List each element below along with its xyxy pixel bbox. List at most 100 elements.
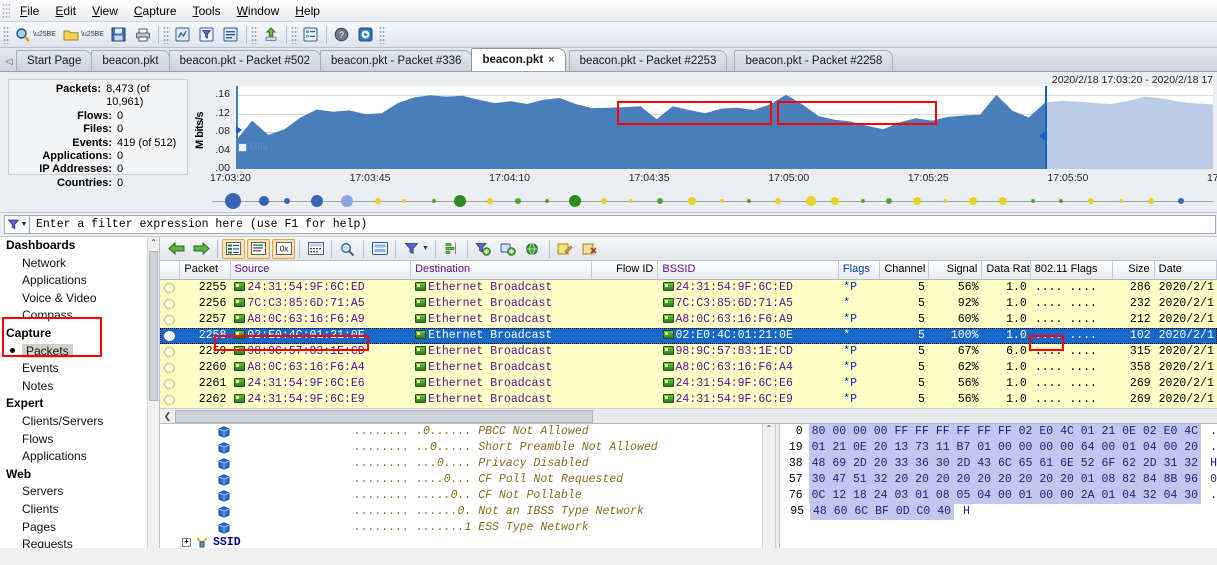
- table-row[interactable]: 2257A8:0C:63:16:F6:A9Ethernet BroadcastA…: [160, 312, 1217, 328]
- next-packet-icon[interactable]: [190, 239, 213, 259]
- event-marker-dot[interactable]: [1088, 198, 1094, 204]
- scroll-up-icon[interactable]: ⌃: [763, 424, 775, 433]
- tab-packet-336[interactable]: beacon.pkt - Packet #336: [320, 50, 472, 71]
- column-header-802-11-flags[interactable]: 802.11 Flags: [1031, 261, 1114, 279]
- column-header-signal[interactable]: Signal: [929, 261, 983, 279]
- find-icon[interactable]: [336, 239, 359, 259]
- menu-view[interactable]: View: [84, 2, 126, 20]
- decode-line[interactable]: ........ ......0. Not an IBSS Type Netwo…: [160, 504, 775, 520]
- sidebar-item-events[interactable]: Events: [0, 360, 159, 378]
- table-row[interactable]: 225998:9C:57:83:1E:CDEthernet Broadcast9…: [160, 344, 1217, 360]
- event-timeline[interactable]: [188, 190, 1217, 212]
- row-marker[interactable]: [160, 360, 180, 376]
- chart-range-handle[interactable]: [1039, 131, 1046, 141]
- new-capture-dropdown-icon[interactable]: \u25BE: [33, 31, 56, 38]
- row-marker[interactable]: [160, 280, 180, 296]
- decode-line[interactable]: ........ ..0..... Short Preamble Not All…: [160, 440, 775, 456]
- sidebar-item-servers[interactable]: Servers: [0, 483, 159, 501]
- row-marker[interactable]: [160, 392, 180, 408]
- row-marker[interactable]: [160, 312, 180, 328]
- event-marker-dot[interactable]: [999, 197, 1007, 205]
- column-header-flags[interactable]: Flags: [839, 261, 880, 279]
- event-marker-dot[interactable]: [432, 199, 436, 203]
- hex-view-icon[interactable]: 0x: [272, 239, 295, 259]
- split-pane-icon[interactable]: [368, 239, 391, 259]
- scroll-up-icon[interactable]: ⌃: [148, 237, 159, 247]
- expand-toggle-icon[interactable]: +: [182, 538, 191, 547]
- decode-line[interactable]: ........ .....0.. CF Not Pollable: [160, 488, 775, 504]
- web-help-icon[interactable]: [355, 24, 377, 46]
- row-marker[interactable]: [160, 296, 180, 312]
- event-marker-dot[interactable]: [831, 197, 839, 205]
- decode-pane-scrollbar[interactable]: ⌃: [762, 424, 775, 548]
- filter-icon[interactable]: ▼: [4, 215, 30, 234]
- tab-beacon-pkt-active[interactable]: beacon.pkt ×: [471, 48, 565, 71]
- chart-plot-area[interactable]: MIN: [236, 86, 1213, 169]
- prev-packet-icon[interactable]: [165, 239, 188, 259]
- row-marker[interactable]: [160, 328, 180, 344]
- column-header-size[interactable]: Size: [1113, 261, 1154, 279]
- table-row[interactable]: 2260A8:0C:63:16:F6:A4Ethernet BroadcastA…: [160, 360, 1217, 376]
- event-marker-dot[interactable]: [1031, 199, 1035, 203]
- hex-row[interactable]: 9548 60 6C BF 0D C0 40H: [780, 504, 1217, 520]
- close-icon[interactable]: ×: [548, 54, 554, 66]
- column-header-packet[interactable]: Packet: [180, 261, 230, 279]
- hex-pane[interactable]: 080 00 00 00 FF FF FF FF FF FF 02 E0 4C …: [780, 424, 1217, 548]
- column-header-data-rate[interactable]: Data Rate: [982, 261, 1030, 279]
- column-header-flow-id[interactable]: Flow ID: [592, 261, 659, 279]
- filter-icon[interactable]: [196, 24, 218, 46]
- sidebar-item-requests[interactable]: Requests: [0, 536, 159, 548]
- menu-window[interactable]: Window: [229, 2, 288, 20]
- event-marker-dot[interactable]: [569, 195, 581, 207]
- hscroll-thumb[interactable]: [175, 410, 593, 423]
- chart-min-marker[interactable]: MIN: [238, 142, 267, 153]
- event-marker-dot[interactable]: [1178, 198, 1184, 204]
- hex-row[interactable]: 1901 21 0E 20 13 73 11 B7 01 00 00 00 00…: [780, 440, 1217, 456]
- event-marker-dot[interactable]: [969, 197, 977, 205]
- sidebar-item-clients-servers[interactable]: Clients/Servers: [0, 413, 159, 431]
- toolbar-grip-5[interactable]: [379, 26, 386, 44]
- menu-tools[interactable]: Tools: [185, 2, 229, 20]
- chart-selection-marker[interactable]: [1045, 86, 1047, 169]
- event-marker-dot[interactable]: [657, 198, 663, 204]
- open-folder-dropdown-icon[interactable]: \u25BE: [81, 31, 104, 38]
- decode-line[interactable]: ........ .0...... PBCC Not Allowed: [160, 424, 775, 440]
- event-marker-dot[interactable]: [861, 199, 865, 203]
- table-row[interactable]: 226224:31:54:9F:6C:E9Ethernet Broadcast2…: [160, 392, 1217, 408]
- event-marker-dot[interactable]: [806, 196, 816, 206]
- event-marker-dot[interactable]: [601, 198, 607, 204]
- event-marker-dot[interactable]: [747, 199, 751, 203]
- menu-help[interactable]: Help: [287, 2, 328, 20]
- capture-options-icon[interactable]: [172, 24, 194, 46]
- hex-row[interactable]: 080 00 00 00 FF FF FF FF FF FF 02 E0 4C …: [780, 424, 1217, 440]
- packet-table-hscrollbar[interactable]: ❮: [160, 408, 1217, 423]
- event-marker-dot[interactable]: [629, 199, 633, 203]
- decode-pane[interactable]: ........ .0...... PBCC Not Allowed......…: [160, 424, 775, 548]
- sidebar-item-flows[interactable]: Flows: [0, 431, 159, 449]
- hex-row[interactable]: 3848 69 2D 20 33 36 30 2D 43 6C 65 61 6E…: [780, 456, 1217, 472]
- event-marker-dot[interactable]: [341, 195, 353, 207]
- column-settings-icon[interactable]: [440, 239, 463, 259]
- row-marker[interactable]: [160, 376, 180, 392]
- event-marker-dot[interactable]: [487, 198, 493, 204]
- edit-note-icon[interactable]: [554, 239, 577, 259]
- event-marker-dot[interactable]: [515, 198, 521, 204]
- sidebar-item-notes[interactable]: Notes: [0, 378, 159, 396]
- tab-packet-502[interactable]: beacon.pkt - Packet #502: [169, 50, 321, 71]
- event-marker-dot[interactable]: [1059, 199, 1063, 203]
- menu-capture[interactable]: Capture: [126, 2, 185, 20]
- sidebar-item-network[interactable]: Network: [0, 255, 159, 273]
- chevron-down-icon[interactable]: ▼: [21, 221, 28, 228]
- event-marker-dot[interactable]: [259, 196, 269, 206]
- sidebar-item-packets[interactable]: Packets: [0, 343, 159, 361]
- event-marker-dot[interactable]: [284, 198, 290, 204]
- table-layout-icon[interactable]: [304, 239, 327, 259]
- sidebar-scrollbar[interactable]: ⌃: [147, 237, 159, 548]
- sidebar-item-applications[interactable]: Applications: [0, 272, 159, 290]
- sidebar-item-voice-video[interactable]: Voice & Video: [0, 290, 159, 308]
- event-marker-dot[interactable]: [688, 197, 696, 205]
- globe-icon[interactable]: [522, 239, 545, 259]
- add-node-icon[interactable]: [497, 239, 520, 259]
- event-marker-dot[interactable]: [311, 195, 323, 207]
- table-row[interactable]: 22567C:C3:85:6D:71:A5Ethernet Broadcast7…: [160, 296, 1217, 312]
